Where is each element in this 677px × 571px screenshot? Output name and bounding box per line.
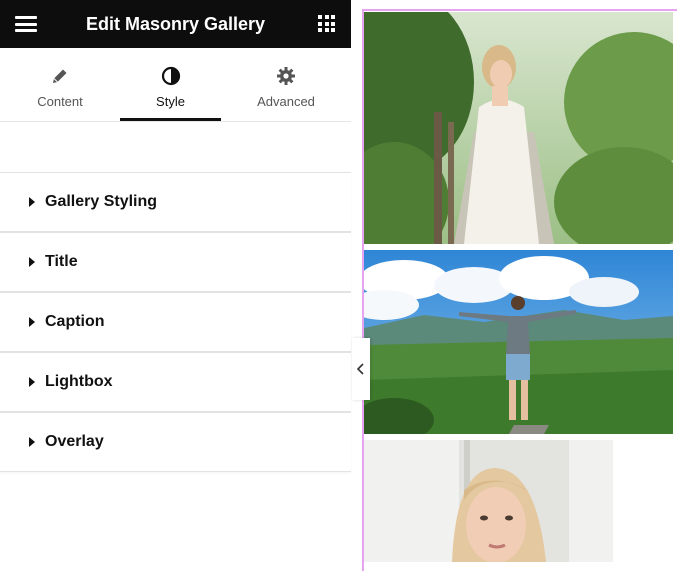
panel-title: Edit Masonry Gallery [85,14,266,34]
section-title: Caption [45,313,105,330]
tab-content-label: Content [37,94,83,109]
caret-right-icon [29,257,35,267]
section-title: Gallery Styling [45,193,158,210]
tab-advanced[interactable]: Advanced [221,48,351,121]
tab-style-label: Style [156,94,185,109]
page-preview [352,0,677,571]
section-title: Lightbox [45,373,113,390]
tab-advanced-label: Advanced [257,94,315,109]
gallery-image-portrait-woman[interactable] [364,440,613,562]
section-caption[interactable]: Caption [0,292,351,352]
panel-header: Edit Masonry Gallery [0,0,351,48]
tab-style[interactable]: Style [120,48,221,121]
gallery-image-woman-garden[interactable] [364,12,673,244]
caret-right-icon [29,437,35,447]
tab-content[interactable]: Content [0,48,120,121]
section-title[interactable]: Title [0,232,351,292]
chevron-left-icon [356,363,364,375]
caret-right-icon [29,197,35,207]
hamburger-menu-icon[interactable] [15,16,37,32]
caret-right-icon [29,317,35,327]
widgets-grid-icon[interactable] [318,15,335,32]
collapse-panel-button[interactable] [352,338,370,400]
section-gallery-styling[interactable]: Gallery Styling [0,172,351,232]
caret-right-icon [29,377,35,387]
section-lightbox[interactable]: Lightbox [0,352,351,412]
section-title: Overlay [45,433,104,450]
gear-icon [277,67,295,85]
section-overlay[interactable]: Overlay [0,412,351,472]
contrast-icon [161,66,180,86]
gallery-image-man-mountain[interactable] [364,250,673,434]
active-tab-indicator [120,118,221,121]
pencil-icon [53,69,67,83]
editor-panel: Edit Masonry Gallery Content Style Advan… [0,0,353,562]
panel-spacer [0,122,351,172]
panel-tabs: Content Style Advanced [0,48,351,122]
section-title: Title [45,253,78,270]
